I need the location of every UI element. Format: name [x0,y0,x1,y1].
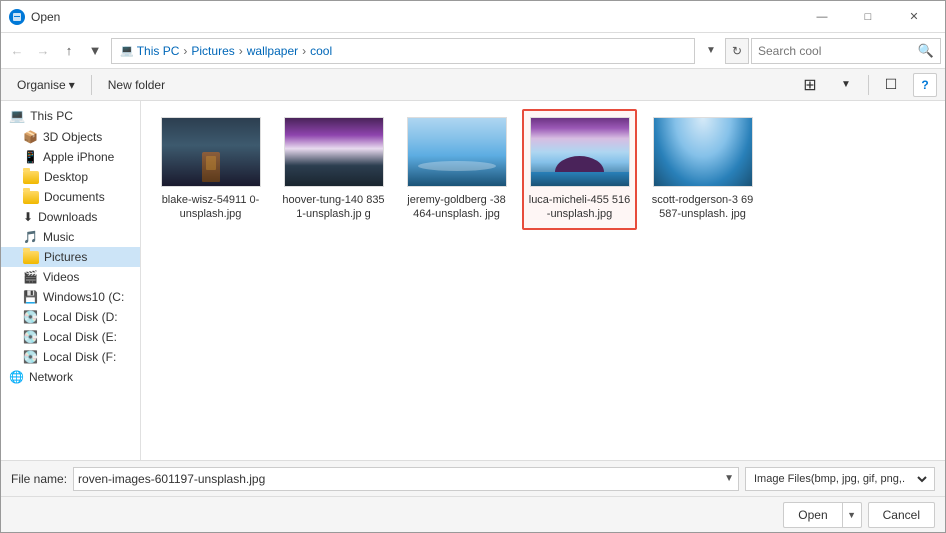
filetype-select-wrap: Image Files(bmp, jpg, gif, png,. [745,467,935,491]
music-icon: 🎵 [23,230,38,244]
title-bar-controls: — □ ✕ [799,1,937,33]
videos-icon: 🎬 [23,270,38,284]
breadcrumb-this-pc[interactable]: 💻 This PC [118,44,181,58]
address-bar: ← → ↑ ▼ 💻 This PC › Pictures › wallpaper… [1,33,945,69]
search-input[interactable] [758,44,918,58]
file-thumbnail-jeremy [407,117,507,187]
maximize-button[interactable]: □ [845,1,891,33]
sidebar-item-3d-objects[interactable]: 📦 3D Objects [1,127,140,147]
file-label-blake: blake-wisz-54911 0-unsplash.jpg [159,193,262,222]
file-area: blake-wisz-54911 0-unsplash.jpg hoover-t… [141,101,945,460]
refresh-button[interactable]: ↻ [725,38,749,64]
file-open-dialog: Open — □ ✕ ← → ↑ ▼ 💻 This PC › Pictures … [0,0,946,533]
breadcrumb-dropdown-button[interactable]: ▼ [699,39,723,63]
help-button[interactable]: ? [913,73,937,97]
file-label-jeremy: jeremy-goldberg -38464-unsplash. jpg [405,193,508,222]
forward-button[interactable]: → [31,39,55,63]
file-thumbnail-hoover [284,117,384,187]
sidebar-item-music[interactable]: 🎵 Music [1,227,140,247]
disk-icon: 💽 [23,310,38,324]
new-folder-button[interactable]: New folder [100,73,173,97]
filename-label: File name: [11,472,67,486]
file-item-hoover[interactable]: hoover-tung-140 8351-unsplash.jp g [276,109,391,230]
breadcrumb-cool[interactable]: cool [308,44,334,58]
file-thumbnail-blake [161,117,261,187]
minimize-button[interactable]: — [799,1,845,33]
toolbar-sep-2 [868,75,869,95]
preview-pane-button[interactable]: ☐ [877,73,905,97]
breadcrumb-sep-1: › [181,44,189,58]
disk-icon: 💽 [23,330,38,344]
phone-icon: 📱 [23,150,38,164]
sidebar-scroll: 💻 This PC 📦 3D Objects 📱 Apple iPhone De… [1,101,140,391]
sidebar-item-this-pc[interactable]: 💻 This PC [1,105,140,127]
file-item-jeremy[interactable]: jeremy-goldberg -38464-unsplash. jpg [399,109,514,230]
disk-icon: 💽 [23,350,38,364]
file-item-scott[interactable]: scott-rodgerson-3 69587-unsplash. jpg [645,109,760,230]
breadcrumb-sep-2: › [237,44,245,58]
toolbar: Organise ▾ New folder ⊞ ▼ ☐ ? [1,69,945,101]
content-area: 💻 This PC 📦 3D Objects 📱 Apple iPhone De… [1,101,945,460]
up-button[interactable]: ↑ [57,39,81,63]
folder-icon [23,251,39,264]
sidebar-item-windows10[interactable]: 💾 Windows10 (C: [1,287,140,307]
recent-locations-button[interactable]: ▼ [83,39,107,63]
breadcrumb-wallpaper[interactable]: wallpaper [245,44,300,58]
back-button[interactable]: ← [5,39,29,63]
view-large-icons-button[interactable]: ⊞ [796,73,824,97]
sidebar-item-network[interactable]: 🌐 Network [1,367,140,387]
filetype-select[interactable]: Image Files(bmp, jpg, gif, png,. [750,472,930,486]
toolbar-separator [91,75,92,95]
downloads-icon: ⬇ [23,210,33,224]
buttons-bar: Open ▼ Cancel [1,496,945,532]
sidebar-item-pictures[interactable]: Pictures [1,247,140,267]
folder-icon [23,191,39,204]
network-icon: 🌐 [9,370,24,384]
file-thumbnail-luca [530,117,630,187]
file-label-luca: luca-micheli-455 516-unsplash.jpg [528,193,631,222]
view-dropdown-button[interactable]: ▼ [832,73,860,97]
breadcrumb: 💻 This PC › Pictures › wallpaper › cool [111,38,695,64]
filename-bar: File name: ▼ Image Files(bmp, jpg, gif, … [1,460,945,496]
computer-icon: 💻 [9,108,25,124]
sidebar-item-documents[interactable]: Documents [1,187,140,207]
breadcrumb-sep-3: › [300,44,308,58]
sidebar-item-videos[interactable]: 🎬 Videos [1,267,140,287]
sidebar-item-downloads[interactable]: ⬇ Downloads [1,207,140,227]
disk-icon: 💾 [23,290,38,304]
open-split-button: Open ▼ [783,502,861,528]
breadcrumb-pictures[interactable]: Pictures [189,44,236,58]
sidebar-item-local-f[interactable]: 💽 Local Disk (F: [1,347,140,367]
cancel-button[interactable]: Cancel [868,502,935,528]
sidebar-item-local-d[interactable]: 💽 Local Disk (D: [1,307,140,327]
window-title: Open [31,10,799,24]
filename-input-wrap: ▼ [73,467,739,491]
open-button[interactable]: Open [783,502,841,528]
filename-dropdown-button[interactable]: ▼ [724,473,734,484]
organise-button[interactable]: Organise ▾ [9,73,83,97]
3d-icon: 📦 [23,130,38,144]
close-button[interactable]: ✕ [891,1,937,33]
sidebar-item-desktop[interactable]: Desktop [1,167,140,187]
sidebar-item-local-e[interactable]: 💽 Local Disk (E: [1,327,140,347]
file-label-hoover: hoover-tung-140 8351-unsplash.jp g [282,193,385,222]
sidebar: 💻 This PC 📦 3D Objects 📱 Apple iPhone De… [1,101,141,460]
file-thumbnail-scott [653,117,753,187]
file-item-luca[interactable]: luca-micheli-455 516-unsplash.jpg [522,109,637,230]
file-label-scott: scott-rodgerson-3 69587-unsplash. jpg [651,193,754,222]
file-item-blake[interactable]: blake-wisz-54911 0-unsplash.jpg [153,109,268,230]
window-icon [9,9,25,25]
search-box: 🔍 [751,38,941,64]
sidebar-item-apple-iphone[interactable]: 📱 Apple iPhone [1,147,140,167]
title-bar: Open — □ ✕ [1,1,945,33]
filename-input[interactable] [78,472,724,486]
folder-icon [23,171,39,184]
search-icon[interactable]: 🔍 [918,43,934,59]
open-dropdown-button[interactable]: ▼ [842,502,862,528]
